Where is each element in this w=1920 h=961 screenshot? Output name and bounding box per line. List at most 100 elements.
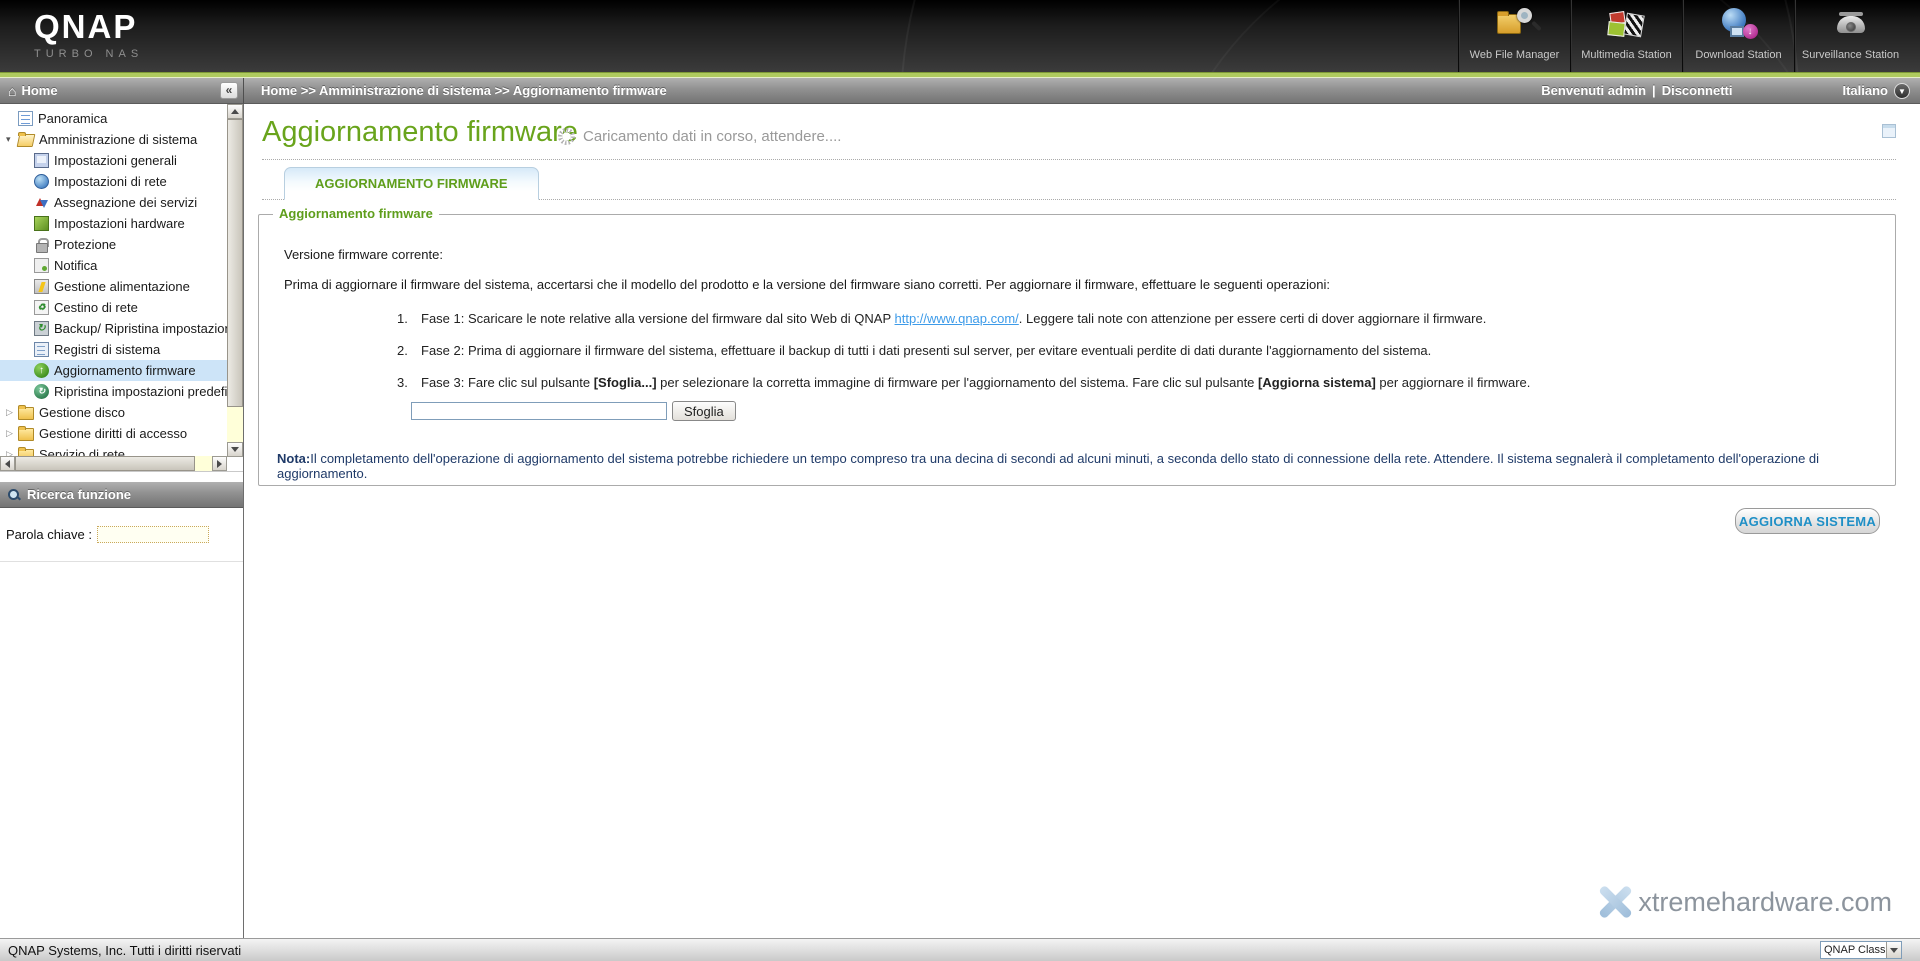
search-panel-title: Ricerca funzione <box>27 487 131 502</box>
sidebar-item-registri-di-sistema[interactable]: Registri di sistema <box>0 339 227 360</box>
download-globe-icon: ↓ <box>1718 6 1760 46</box>
separator: | <box>1652 83 1656 98</box>
station-label: Multimedia Station <box>1581 49 1672 61</box>
spinner-icon <box>558 128 575 145</box>
notification-icon <box>34 258 49 273</box>
sidebar-item-protezione[interactable]: Protezione <box>0 234 227 255</box>
sidebar-item-gestione-disco[interactable]: ▷ Gestione disco <box>0 402 227 423</box>
watermark: xtremehardware.com <box>1594 884 1892 920</box>
welcome-text: Benvenuti admin <box>1541 83 1646 98</box>
logs-icon <box>34 342 49 357</box>
multimedia-icon <box>1606 6 1648 46</box>
scroll-down-button[interactable] <box>227 442 243 457</box>
step-1: 1. Fase 1: Scaricare le note relative al… <box>397 311 1530 326</box>
xtremehardware-logo-icon <box>1594 884 1634 920</box>
sidebar-item-notifica[interactable]: Notifica <box>0 255 227 276</box>
network-settings-icon <box>34 174 49 189</box>
tree-horizontal-scrollbar[interactable] <box>0 456 227 471</box>
services-icon <box>34 195 49 210</box>
scroll-left-button[interactable] <box>0 456 15 471</box>
tab-aggiornamento-firmware[interactable]: AGGIORNAMENTO FIRMWARE <box>284 167 539 200</box>
sidebar-item-impostazioni-hardware[interactable]: Impostazioni hardware <box>0 213 227 234</box>
step-2: 2. Fase 2: Prima di aggiornare il firmwa… <box>397 343 1530 358</box>
navigation-bar-row: ⌂ Home « Home >> Amministrazione di sist… <box>0 78 1920 104</box>
logout-link[interactable]: Disconnetti <box>1662 83 1733 98</box>
copyright-text: QNAP Systems, Inc. Tutti i diritti riser… <box>8 943 241 958</box>
keyword-input[interactable] <box>97 526 209 543</box>
firmware-update-icon: ↑ <box>34 363 49 378</box>
tree-vertical-scrollbar[interactable] <box>227 104 243 457</box>
station-label: Download Station <box>1695 49 1781 61</box>
firmware-update-fieldset: Aggiornamento firmware Versione firmware… <box>258 214 1896 486</box>
keyword-label: Parola chiave : <box>6 527 92 542</box>
page-title: Aggiornamento firmware <box>262 116 578 149</box>
sidebar-item-assegnazione-dei-servizi[interactable]: Assegnazione dei servizi <box>0 192 227 213</box>
steps-list: 1. Fase 1: Scaricare le note relative al… <box>397 311 1530 407</box>
qnap-link[interactable]: http://www.qnap.com/ <box>895 311 1019 326</box>
sidebar-item-impostazioni-di-rete[interactable]: Impostazioni di rete <box>0 171 227 192</box>
language-selector[interactable]: Italiano ▼ <box>1842 83 1910 99</box>
navigation-tree: Panoramica ▾ Amministrazione di sistema … <box>0 104 243 472</box>
sidebar-item-gestione-alimentazione[interactable]: Gestione alimentazione <box>0 276 227 297</box>
main-content: Aggiornamento firmware Caricamento dati … <box>245 104 1920 938</box>
recycle-bin-icon: ♻ <box>34 300 49 315</box>
sidebar-item-impostazioni-generali[interactable]: Impostazioni generali <box>0 150 227 171</box>
folder-icon <box>18 405 34 420</box>
dome-camera-icon <box>1830 6 1872 46</box>
sidebar: Panoramica ▾ Amministrazione di sistema … <box>0 104 244 938</box>
search-icon <box>8 489 20 501</box>
scroll-right-button[interactable] <box>212 456 227 471</box>
station-label: Web File Manager <box>1470 49 1560 61</box>
loading-indicator: Caricamento dati in corso, attendere.... <box>558 128 841 145</box>
page-title-row: Aggiornamento firmware Caricamento dati … <box>262 112 1896 160</box>
sidebar-collapse-button[interactable]: « <box>220 82 238 99</box>
intro-text: Prima di aggiornare il firmware del sist… <box>284 277 1330 292</box>
note-text: Nota:Il completamento dell'operazione di… <box>277 451 1875 481</box>
dropdown-arrow-icon[interactable] <box>1886 942 1901 958</box>
sidebar-item-amministrazione-di-sistema[interactable]: ▾ Amministrazione di sistema <box>0 129 227 150</box>
sidebar-item-gestione-diritti-di-accesso[interactable]: ▷ Gestione diritti di accesso <box>0 423 227 444</box>
vertical-scroll-thumb[interactable] <box>227 119 243 407</box>
sidebar-item-backup-ripristina-impostazioni[interactable]: ↻ Backup/ Ripristina impostazioni <box>0 318 227 339</box>
sidebar-item-panoramica[interactable]: Panoramica <box>0 108 227 129</box>
sidebar-item-cestino-di-rete[interactable]: ♻ Cestino di rete <box>0 297 227 318</box>
multimedia-station-button[interactable]: Multimedia Station <box>1570 0 1682 72</box>
watermark-text: xtremehardware.com <box>1638 887 1892 918</box>
update-system-button[interactable]: AGGIORNA SISTEMA <box>1735 508 1880 534</box>
logo-text: QNAP <box>34 8 143 46</box>
open-folder-icon <box>18 132 34 147</box>
language-label: Italiano <box>1842 83 1888 98</box>
firmware-file-row: Sfoglia <box>411 401 736 421</box>
surveillance-station-button[interactable]: Surveillance Station <box>1794 0 1906 72</box>
station-shortcuts: Web File Manager Multimedia Station ↓ Do… <box>1458 0 1906 72</box>
theme-select-value: QNAP Classic <box>1821 944 1886 956</box>
panel-toggle-icon[interactable] <box>1882 124 1896 138</box>
station-label: Surveillance Station <box>1802 49 1899 61</box>
download-station-button[interactable]: ↓ Download Station <box>1682 0 1794 72</box>
horizontal-scroll-thumb[interactable] <box>15 456 195 471</box>
web-file-manager-button[interactable]: Web File Manager <box>1458 0 1570 72</box>
breadcrumb: Home >> Amministrazione di sistema >> Ag… <box>261 83 667 98</box>
backup-icon: ↻ <box>34 321 49 336</box>
chevron-down-icon[interactable]: ▼ <box>1894 83 1910 99</box>
expander-icon[interactable]: ▷ <box>6 428 18 439</box>
logo-subtitle: TURBO NAS <box>34 48 143 60</box>
top-header: QNAP TURBO NAS Web File Manager Multimed… <box>0 0 1920 72</box>
general-settings-icon <box>34 153 49 168</box>
hardware-icon <box>34 216 49 231</box>
scroll-up-button[interactable] <box>227 104 243 119</box>
expander-icon[interactable]: ▷ <box>6 407 18 418</box>
qnap-logo: QNAP TURBO NAS <box>34 8 143 60</box>
lock-icon <box>34 237 49 252</box>
browse-button[interactable]: Sfoglia <box>672 401 736 421</box>
restore-icon: ↻ <box>34 384 49 399</box>
breadcrumb-bar: Home >> Amministrazione di sistema >> Ag… <box>244 78 1920 104</box>
home-icon: ⌂ <box>8 83 16 99</box>
current-version-label: Versione firmware corrente: <box>284 247 443 262</box>
sidebar-item-aggiornamento-firmware[interactable]: ↑ Aggiornamento firmware <box>0 360 227 381</box>
function-search-panel: Parola chiave : <box>0 508 243 562</box>
sidebar-item-ripristina-impostazioni-predefinite[interactable]: ↻ Ripristina impostazioni predefinite <box>0 381 227 402</box>
theme-select[interactable]: QNAP Classic <box>1820 941 1902 959</box>
power-icon <box>34 279 49 294</box>
firmware-file-input[interactable] <box>411 402 667 420</box>
